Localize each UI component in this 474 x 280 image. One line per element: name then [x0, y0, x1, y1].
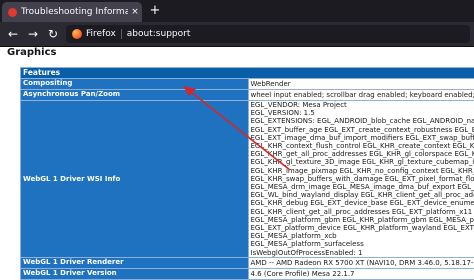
table-row: WebGL 1 Driver Renderer AMD -- AMD Radeo… [21, 257, 474, 268]
value-line: EGL_MESA_platform_gbm EGL_KHR_platform_g… [251, 216, 474, 224]
value-line: EGL_WL_bind_wayland_display EGL_KHR_clie… [251, 191, 474, 199]
value-line: EGL_MESA_platform_xcb [251, 232, 474, 240]
row-key: WebGL 1 Driver WSI Info [21, 101, 249, 258]
section-title: Features [21, 68, 474, 79]
url-text[interactable]: about:support [127, 29, 191, 39]
value-line: EGL_KHR_client_get_all_proc_addresses EG… [251, 208, 474, 216]
value-line: EGL_KHR_get_all_proc_addresses EGL_KHR_g… [251, 150, 474, 158]
row-value: AMD -- AMD Radeon RX 5700 XT (NAVI10, DR… [248, 257, 474, 268]
row-key: Compositing [21, 79, 249, 90]
tab-title: Troubleshooting Information [21, 7, 128, 17]
value-line: EGL_MESA_platform_surfaceless [251, 240, 474, 248]
value-line: EGL_KHR_debug EGL_EXT_device_base EGL_EX… [251, 199, 474, 207]
reload-button[interactable]: ↻ [44, 25, 62, 43]
back-button[interactable]: ← [4, 25, 22, 43]
table-row: Compositing WebRender [21, 79, 474, 90]
identity-label: Firefox [86, 29, 122, 39]
page-heading: Graphics [7, 47, 56, 58]
table-row: WebGL 1 Driver WSI Info EGL_VENDOR: Mesa… [21, 101, 474, 258]
row-key: WebGL 1 Driver Renderer [21, 257, 249, 268]
tab-close-icon[interactable]: × [128, 7, 142, 17]
row-value: 4.6 (Core Profile) Mesa 22.1.7 [248, 268, 474, 279]
value-line: EGL_VENDOR: Mesa Project [251, 101, 474, 109]
value-line: EGL_EXT_buffer_age EGL_EXT_create_contex… [251, 126, 474, 134]
firefox-favicon-icon [8, 8, 17, 17]
address-bar[interactable]: Firefox about:support [66, 25, 470, 43]
row-value: wheel input enabled; scrollbar drag enab… [248, 90, 474, 101]
section-header-row: Features [21, 68, 474, 79]
firefox-icon [72, 29, 82, 39]
value-line: EGL_MESA_drm_image EGL_MESA_image_dma_bu… [251, 183, 474, 191]
tab-strip: Troubleshooting Information × + [0, 0, 474, 22]
row-value-multiline: EGL_VENDOR: Mesa Project EGL_VERSION: 1.… [248, 101, 474, 258]
forward-button[interactable]: → [24, 25, 42, 43]
graphics-features-table: Features Compositing WebRender Asynchron… [20, 67, 474, 280]
table-row: Asynchronous Pan/Zoom wheel input enable… [21, 90, 474, 101]
value-line: IsWebglOutOfProcessEnabled: 1 [251, 249, 474, 257]
value-line: EGL_VERSION: 1.5 [251, 109, 474, 117]
value-line: EGL_KHR_swap_buffers_with_damage EGL_EXT… [251, 175, 474, 183]
navigation-toolbar: ← → ↻ Firefox about:support [0, 22, 474, 47]
value-line: EGL_KHR_image_pixmap EGL_KHR_no_config_c… [251, 167, 474, 175]
row-key: WebGL 1 Driver Version [21, 268, 249, 279]
page-content: Graphics Features Compositing WebRender … [0, 47, 474, 247]
row-key: Asynchronous Pan/Zoom [21, 90, 249, 101]
value-line: EGL_EXT_platform_device EGL_KHR_platform… [251, 224, 474, 232]
tab-troubleshooting[interactable]: Troubleshooting Information × [2, 2, 142, 22]
row-value: WebRender [248, 79, 474, 90]
table-row: WebGL 1 Driver Version 4.6 (Core Profile… [21, 268, 474, 279]
value-line: EGL_KHR_gl_texture_3D_image EGL_KHR_gl_t… [251, 158, 474, 166]
value-line: EGL_EXT_image_dma_buf_import_modifiers E… [251, 134, 474, 142]
value-line: EGL_EXTENSIONS: EGL_ANDROID_blob_cache E… [251, 117, 474, 125]
new-tab-button[interactable]: + [146, 2, 164, 20]
value-line: EGL_KHR_context_flush_control EGL_KHR_cr… [251, 142, 474, 150]
